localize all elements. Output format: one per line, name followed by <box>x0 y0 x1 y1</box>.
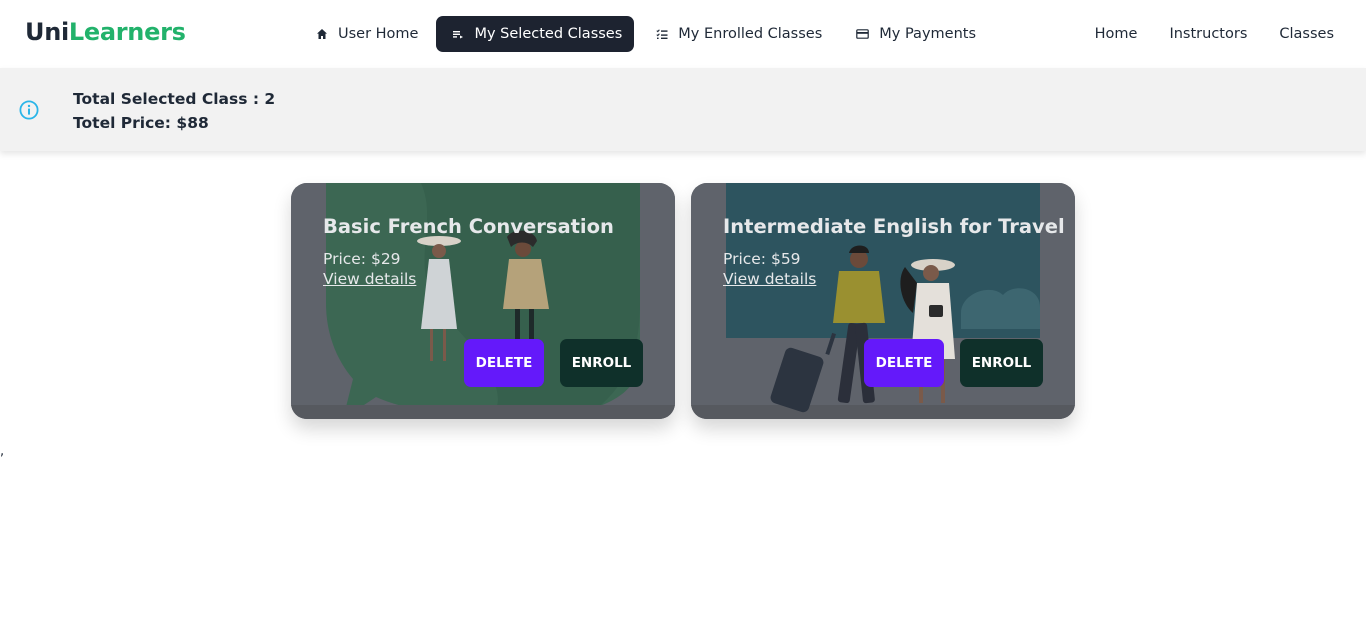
view-details-link[interactable]: View details <box>323 270 416 288</box>
brand-name-part2: Learners <box>68 18 186 46</box>
nav-link-home[interactable]: Home <box>1079 16 1154 52</box>
brand-name-part1: Uni <box>25 18 69 46</box>
tab-label: My Payments <box>879 26 977 42</box>
delete-button[interactable]: DELETE <box>864 339 944 387</box>
delete-button[interactable]: DELETE <box>464 339 544 387</box>
site-links: Home Instructors Classes <box>1079 16 1350 52</box>
nav-link-classes[interactable]: Classes <box>1263 16 1350 52</box>
enroll-button[interactable]: ENROLL <box>560 339 643 387</box>
brand-logo[interactable]: UniLearners <box>25 18 186 46</box>
tab-my-selected-classes[interactable]: My Selected Classes <box>436 16 635 52</box>
credit-card-icon <box>856 29 870 39</box>
enroll-button[interactable]: ENROLL <box>960 339 1043 387</box>
nav-link-instructors[interactable]: Instructors <box>1153 16 1263 52</box>
total-selected-count: Total Selected Class : 2 <box>73 90 276 108</box>
tab-my-payments[interactable]: My Payments <box>840 16 988 52</box>
tab-label: My Selected Classes <box>474 26 623 42</box>
selected-classes-list: Basic French Conversation Price: $29 Vie… <box>291 183 1075 419</box>
class-title: Basic French Conversation <box>323 215 614 238</box>
tab-label: User Home <box>338 26 419 42</box>
stray-comma-text: , <box>0 444 5 459</box>
selected-summary-alert: Total Selected Class : 2 Totel Price: $8… <box>0 68 1366 151</box>
class-card: Intermediate English for Travel Price: $… <box>691 183 1075 419</box>
home-icon <box>317 29 327 39</box>
view-details-link[interactable]: View details <box>723 270 816 288</box>
total-price: Totel Price: $88 <box>73 114 209 132</box>
class-price: Price: $29 <box>323 250 401 268</box>
class-card-content: Basic French Conversation Price: $29 Vie… <box>323 215 651 288</box>
class-card: Basic French Conversation Price: $29 Vie… <box>291 183 675 419</box>
summary-text: Total Selected Class : 2 Totel Price: $8… <box>73 87 275 135</box>
class-price: Price: $59 <box>723 250 801 268</box>
class-card-actions: DELETE ENROLL <box>864 339 1043 387</box>
tab-my-enrolled-classes[interactable]: My Enrolled Classes <box>640 16 834 52</box>
tab-user-home[interactable]: User Home <box>300 16 430 52</box>
class-card-content: Intermediate English for Travel Price: $… <box>723 215 1065 288</box>
tab-label: My Enrolled Classes <box>678 26 823 42</box>
info-circle-icon <box>19 100 39 120</box>
dashboard-tabs: User Home My Selected Classes My Enrolle… <box>300 16 988 52</box>
checklist-icon <box>656 29 668 39</box>
class-card-actions: DELETE ENROLL <box>464 339 643 387</box>
class-title: Intermediate English for Travel <box>723 215 1065 238</box>
top-navbar: UniLearners User Home My Selected Classe… <box>0 0 1366 68</box>
list-bullet-icon <box>453 31 464 39</box>
